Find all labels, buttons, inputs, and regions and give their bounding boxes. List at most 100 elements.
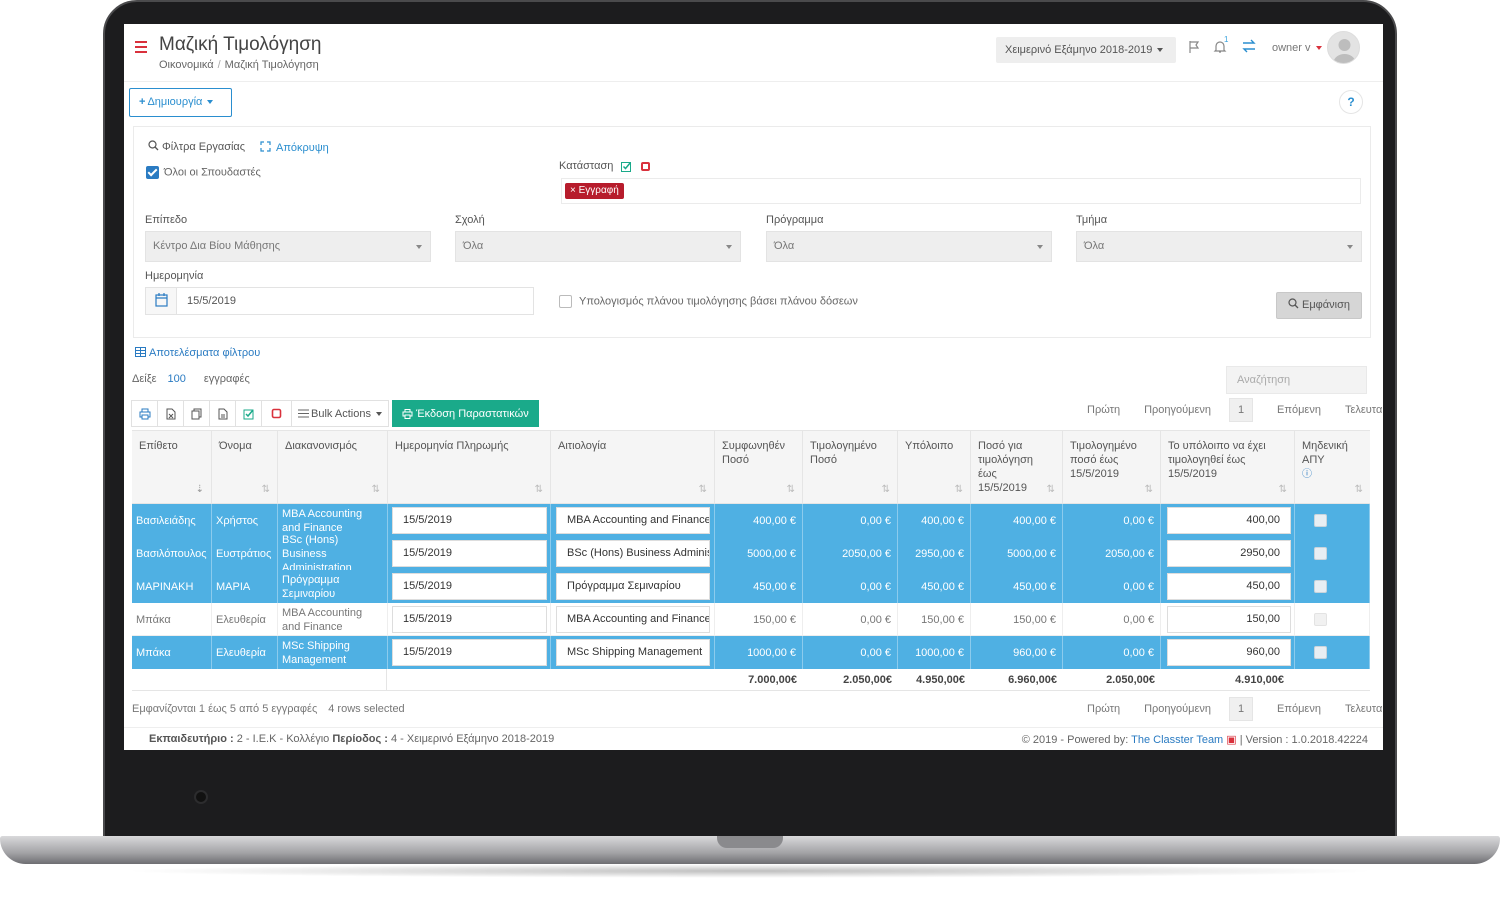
cell-arrangement: BSc (Hons) Business Administration: [278, 534, 388, 574]
status-field[interactable]: × Εγγραφή: [561, 178, 1361, 204]
program-select[interactable]: Όλα: [766, 231, 1052, 262]
table-row[interactable]: Βασιλόπουλος Ευστράτιος BSc (Hons) Busines…: [132, 534, 1370, 574]
reason-input[interactable]: MBA Accounting and Finance: [556, 507, 710, 534]
clear-status-icon[interactable]: [641, 162, 650, 171]
reason-input[interactable]: MSc Shipping Management: [556, 639, 710, 666]
column-header[interactable]: Όνομα ⇅: [212, 431, 278, 504]
column-header[interactable]: Τιμολογημένο ποσό έως 15/5/2019 ⇅: [1063, 431, 1161, 504]
issue-documents-button[interactable]: Έκδοση Παραστατικών: [392, 400, 539, 427]
pager-prev[interactable]: Προηγούμενη: [1144, 703, 1211, 715]
status-tag[interactable]: × Εγγραφή: [565, 183, 624, 199]
export-excel-button[interactable]: [157, 400, 184, 427]
plan-checkbox[interactable]: Υπολογισμός πλάνου τιμολόγησης βάσει πλά…: [559, 295, 858, 308]
remaining-input[interactable]: 150,00: [1167, 606, 1291, 633]
select-all-button[interactable]: [235, 400, 262, 427]
calendar-addon[interactable]: [146, 288, 177, 314]
remove-tag-icon[interactable]: ×: [570, 185, 579, 196]
chevron-down-icon: [1347, 245, 1353, 249]
payment-date-input[interactable]: 15/5/2019: [392, 573, 547, 600]
school-select[interactable]: Όλα: [455, 231, 741, 262]
column-header[interactable]: Υπόλοιπο ⇅: [898, 431, 971, 504]
copy-button[interactable]: [183, 400, 210, 427]
cell-balance: 450,00 €: [898, 570, 971, 603]
flag-icon[interactable]: [1188, 40, 1202, 54]
pager-last[interactable]: Τελευταία: [1345, 404, 1383, 416]
user-menu[interactable]: owner v: [1272, 42, 1322, 54]
department-select[interactable]: Όλα: [1076, 231, 1362, 262]
zero-apy-checkbox[interactable]: [1314, 547, 1327, 560]
create-button[interactable]: + Δημιουργία: [129, 88, 232, 117]
semester-selector[interactable]: Χειμερινό Εξάμηνο 2018-2019: [996, 37, 1176, 63]
export-pdf-button[interactable]: [209, 400, 236, 427]
breadcrumb-item[interactable]: Οικονομικά: [159, 59, 214, 71]
checkbox-checked[interactable]: [146, 166, 159, 179]
column-header[interactable]: Τιμολογημένο Ποσό ⇅: [803, 431, 898, 504]
page-footer: Εκπαιδευτήριο : 2 - Ι.Ε.Κ - Κολλέγιο Περ…: [124, 727, 1383, 750]
bulk-actions-button[interactable]: Bulk Actions: [291, 400, 389, 427]
check-square-icon[interactable]: [621, 161, 632, 172]
level-value: Κέντρο Δια Βίου Μάθησης: [153, 240, 281, 252]
results-link[interactable]: Αποτελέσματα φίλτρου: [135, 347, 260, 359]
team-link[interactable]: The Classter Team: [1131, 734, 1223, 746]
payment-date-input[interactable]: 15/5/2019: [392, 540, 547, 567]
remaining-input[interactable]: 450,00: [1167, 573, 1291, 600]
level-select[interactable]: Κέντρο Δια Βίου Μάθησης: [145, 231, 431, 262]
column-header[interactable]: Ποσό για τιμολόγηση έως 15/5/2019 ⇅: [971, 431, 1063, 504]
reason-input[interactable]: Πρόγραμμα Σεμιναρίου: [556, 573, 710, 600]
pager-current[interactable]: 1: [1229, 398, 1254, 422]
avatar[interactable]: [1327, 31, 1360, 64]
chevron-down-icon: [375, 411, 382, 416]
table-row[interactable]: ΜΑΡΙΝΑΚΗ ΜΑΡΙΑ Πρόγραμμα Σεμιναρίου 450,00 …: [132, 570, 1370, 603]
column-header[interactable]: Το υπόλοιπο να έχει τιμολογηθεί έως 15/5…: [1161, 431, 1295, 504]
payment-date-input[interactable]: 15/5/2019: [392, 639, 547, 666]
swap-icon[interactable]: [1241, 39, 1257, 53]
search-input[interactable]: Αναζήτηση: [1226, 366, 1367, 394]
help-button[interactable]: ?: [1339, 90, 1363, 114]
zero-apy-checkbox[interactable]: [1314, 580, 1327, 593]
column-header[interactable]: Επίθετο ⇣: [132, 431, 212, 504]
table-row[interactable]: Μπάκα Ελευθερία MBA Accounting and Finance…: [132, 603, 1370, 636]
reason-input[interactable]: MBA Accounting and Finance: [556, 606, 710, 633]
pager-last[interactable]: Τελευταία: [1345, 703, 1383, 715]
notification-count: 1: [1224, 35, 1229, 44]
table-row[interactable]: Μπάκα Ελευθερία MSc Shipping Management 100…: [132, 636, 1370, 669]
column-header[interactable]: Μηδενική ΑΠΥ ⓘ ⇅: [1295, 431, 1370, 504]
user-name: owner v: [1272, 42, 1311, 54]
checkbox-unchecked[interactable]: [559, 295, 572, 308]
deselect-all-button[interactable]: [261, 400, 292, 427]
zero-apy-checkbox[interactable]: [1314, 514, 1327, 527]
pager-prev[interactable]: Προηγούμενη: [1144, 404, 1211, 416]
pager-first[interactable]: Πρώτη: [1087, 703, 1120, 715]
remaining-input[interactable]: 400,00: [1167, 507, 1291, 534]
all-students-checkbox[interactable]: Όλοι οι Σπουδαστές: [146, 166, 261, 179]
sort-icon: ⇅: [698, 484, 707, 495]
show-button[interactable]: Εμφάνιση: [1276, 292, 1362, 319]
payment-date-input[interactable]: 15/5/2019: [392, 606, 547, 633]
remaining-input[interactable]: 2950,00: [1167, 540, 1291, 567]
pager-first[interactable]: Πρώτη: [1087, 404, 1120, 416]
payment-date-input[interactable]: 15/5/2019: [392, 507, 547, 534]
chevron-down-icon: [207, 100, 214, 105]
remaining-input[interactable]: 960,00: [1167, 639, 1291, 666]
table-body: Βασιλειάδης Χρήστος MBA Accounting and Fin…: [132, 504, 1370, 669]
column-header[interactable]: Αιτιολογία ⇅: [551, 431, 715, 504]
hamburger-icon[interactable]: [135, 41, 147, 53]
sort-icon: ⇅: [1278, 484, 1287, 495]
date-field[interactable]: 15/5/2019: [145, 287, 534, 315]
column-header[interactable]: Διακανονισμός ⇅: [278, 431, 388, 504]
plan-label: Υπολογισμός πλάνου τιμολόγησης βάσει πλά…: [579, 295, 858, 308]
hide-filters-link[interactable]: Απόκρυψη: [260, 141, 329, 154]
page-size-select[interactable]: 100: [168, 373, 186, 385]
column-header[interactable]: Συμφωνηθέν Ποσό ⇅: [715, 431, 803, 504]
print-button[interactable]: [131, 400, 158, 427]
pager-next[interactable]: Επόμενη: [1277, 404, 1321, 416]
pager-next[interactable]: Επόμενη: [1277, 703, 1321, 715]
zero-apy-checkbox[interactable]: [1314, 646, 1327, 659]
records-info: Εμφανίζονται 1 έως 5 από 5 εγγραφές: [132, 703, 318, 715]
reason-input[interactable]: BSc (Hons) Business Administration: [556, 540, 710, 567]
info-icon[interactable]: ⓘ: [1302, 469, 1312, 480]
period-label: Περίοδος :: [332, 733, 388, 745]
zero-apy-checkbox[interactable]: [1314, 613, 1327, 626]
column-header[interactable]: Ημερομηνία Πληρωμής ⇅: [388, 431, 551, 504]
pager-current[interactable]: 1: [1229, 697, 1254, 721]
